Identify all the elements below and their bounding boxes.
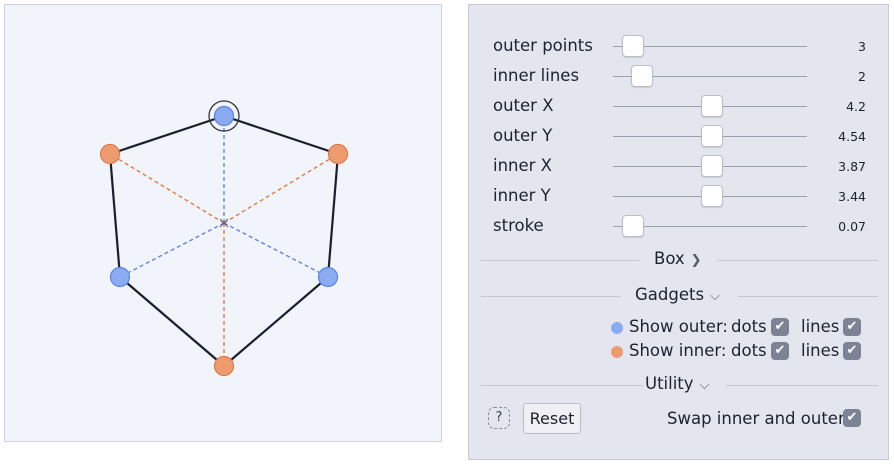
slider-track-inner-y[interactable] [613,185,807,207]
help-button[interactable]: ? [488,407,510,429]
slider-value: 0.07 [838,219,866,234]
inner-color-dot [611,346,623,358]
slider-track-outer-x[interactable] [613,95,807,117]
slider-row-stroke: stroke 0.07 [469,212,890,242]
slider-label: outer X [493,96,554,115]
show-outer-lines-label: lines [801,317,840,336]
show-inner-row: Show inner: dots ✔ lines ✔ [469,339,890,365]
inner-point-handle[interactable] [327,143,349,165]
slider-thumb-outer-x[interactable] [700,95,723,117]
gadgets-toggle[interactable]: Gadgets ⌵ [635,285,720,304]
slider-track-inner-x[interactable] [613,155,807,177]
swap-inner-outer-checkbox[interactable]: ✔ [843,409,861,427]
slider-value: 3.44 [838,189,866,204]
show-outer-dots-label: dots [731,317,767,336]
box-toggle[interactable]: Box ❯ [654,249,702,268]
slider-row-inner-y: inner Y 3.44 [469,182,890,212]
slider-thumb-outer-y[interactable] [701,125,724,147]
inner-spoke-line [223,153,339,224]
show-outer-dots-checkbox[interactable]: ✔ [771,318,789,336]
slider-track-inner-lines[interactable] [613,65,807,87]
slider-track-outer-y[interactable] [613,125,807,147]
outer-point-handle[interactable] [213,105,235,127]
slider-thumb-outer-points[interactable] [622,35,644,57]
drawing-canvas[interactable] [4,4,442,442]
slider-label: inner X [493,156,552,175]
inner-spoke-line [109,153,225,224]
controls-panel: outer points 3 inner lines 2 outer X 4.2 outer… [468,4,889,460]
slider-label: stroke [493,216,544,235]
slider-value: 3.87 [838,159,866,174]
section-gadgets: Gadgets ⌵ [481,285,878,306]
slider-track-stroke[interactable] [613,215,807,237]
slider-thumb-inner-y[interactable] [701,185,724,207]
slider-thumb-inner-x[interactable] [701,155,724,177]
show-inner-lines-checkbox[interactable]: ✔ [843,342,861,360]
slider-row-inner-lines: inner lines 2 [469,62,890,92]
slider-row-outer-x: outer X 4.2 [469,92,890,122]
slider-row-outer-y: outer Y 4.54 [469,122,890,152]
slider-row-outer-points: outer points 3 [469,32,890,62]
gadgets-label: Gadgets [635,285,705,304]
slider-value: 4.2 [846,99,866,114]
slider-value: 4.54 [838,129,866,144]
outer-point-handle[interactable] [109,266,131,288]
show-outer-label: Show outer: [629,317,728,336]
outer-point-handle[interactable] [317,266,339,288]
box-label: Box [654,249,685,268]
slider-track-outer-points[interactable] [613,35,807,57]
chevron-right-icon: ❯ [690,253,702,268]
slider-thumb-inner-lines[interactable] [631,65,654,87]
slider-label: inner lines [493,66,580,85]
utility-label: Utility [645,374,694,393]
show-inner-label: Show inner: [629,341,727,360]
section-box: Box ❯ [481,249,878,270]
reset-button[interactable]: Reset [523,403,581,434]
utility-toggle[interactable]: Utility ⌵ [645,374,709,393]
slider-label: outer Y [493,126,553,145]
show-outer-lines-checkbox[interactable]: ✔ [843,318,861,336]
show-inner-dots-label: dots [731,341,767,360]
show-inner-lines-label: lines [801,341,840,360]
inner-point-handle[interactable] [213,355,235,377]
slider-value: 3 [858,39,866,54]
shape-drawing[interactable] [5,5,443,443]
slider-row-inner-x: inner X 3.87 [469,152,890,182]
inner-point-handle[interactable] [99,143,121,165]
show-outer-row: Show outer: dots ✔ lines ✔ [469,315,890,341]
outer-color-dot [611,322,623,334]
chevron-down-icon: ⌵ [710,289,720,304]
slider-value: 2 [858,69,866,84]
slider-label: outer points [493,36,593,55]
slider-label: inner Y [493,186,551,205]
outer-spoke-line [223,222,329,278]
slider-thumb-stroke[interactable] [622,215,644,237]
section-utility: Utility ⌵ [481,374,878,395]
chevron-down-icon: ⌵ [699,378,710,393]
outer-spoke-line [119,222,225,278]
swap-inner-outer-label: Swap inner and outer [667,409,845,428]
show-inner-dots-checkbox[interactable]: ✔ [771,342,789,360]
